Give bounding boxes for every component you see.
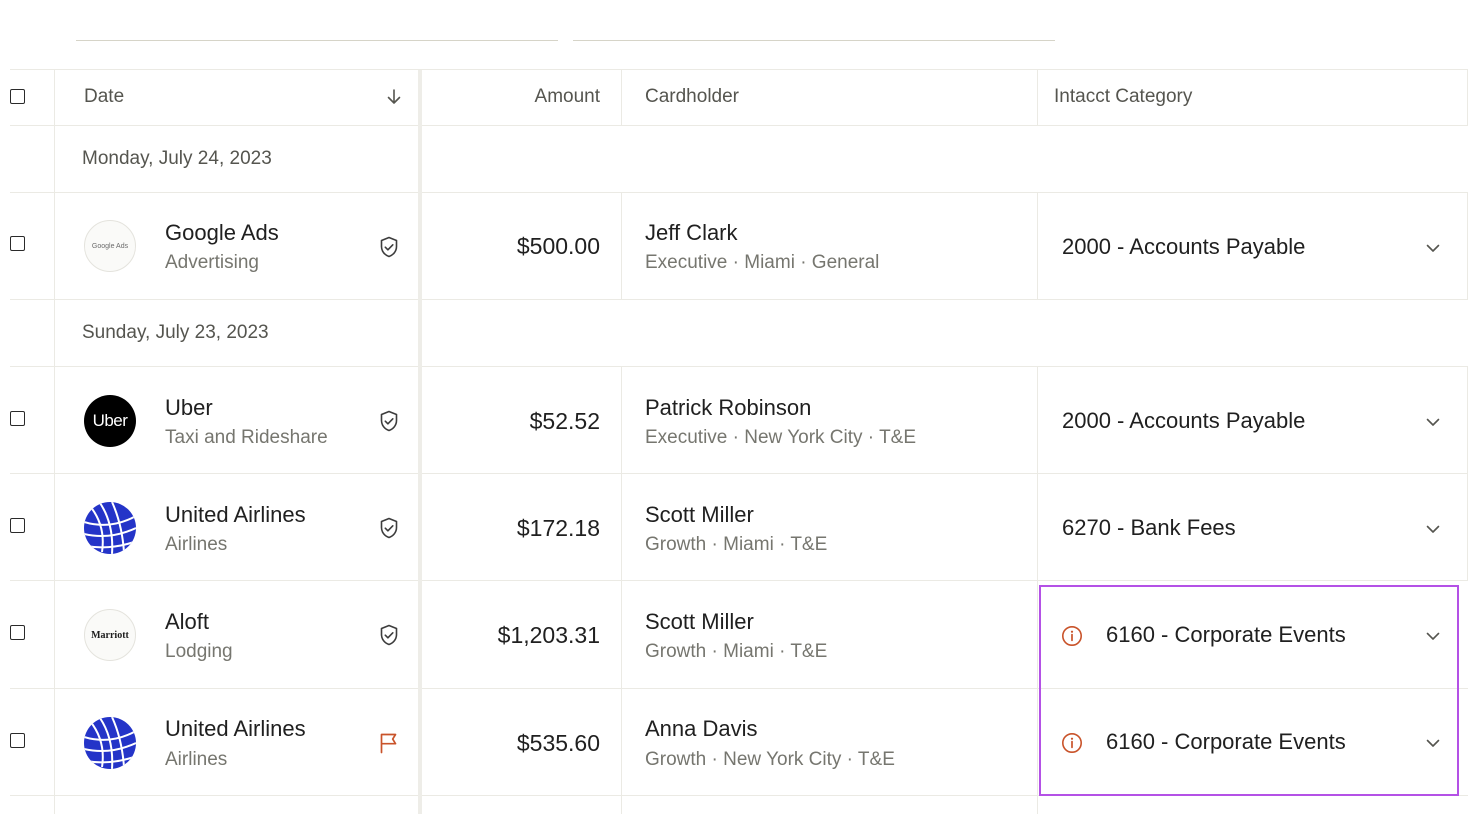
united-airlines-globe-logo (84, 717, 136, 769)
amount-value: $1,203.31 (497, 622, 600, 648)
row-divider (10, 580, 1468, 581)
merchant-logo: Uber (84, 395, 136, 447)
amount-value: $535.60 (516, 730, 600, 756)
cardholder-details: Growth · Miami · T&E (645, 534, 828, 555)
filter-field-underline (573, 40, 1055, 41)
column-divider (621, 70, 622, 126)
date-group-label: Monday, July 24, 2023 (82, 148, 272, 169)
shield-check-icon[interactable] (377, 516, 401, 540)
merchant-category: Advertising (165, 252, 259, 273)
category-select-value[interactable]: 6270 - Bank Fees (1062, 515, 1236, 541)
shield-check-icon[interactable] (377, 409, 401, 433)
merchant-category: Lodging (165, 641, 233, 662)
row-divider (10, 299, 1468, 300)
row-checkbox[interactable] (10, 518, 25, 533)
cardholder-name: Jeff Clark (645, 220, 738, 245)
merchant-logo: Google Ads (84, 220, 136, 272)
column-divider (1467, 192, 1468, 300)
filter-field-underline (76, 40, 558, 41)
google-ads-logo-text: Google Ads (91, 242, 129, 250)
shield-check-icon[interactable] (377, 235, 401, 259)
column-divider (1467, 366, 1468, 581)
sort-descending-icon[interactable] (384, 87, 404, 107)
merchant-logo: Marriott (84, 609, 136, 661)
chevron-down-icon[interactable] (1424, 239, 1442, 257)
merchant-name: Uber (165, 395, 213, 420)
row-checkbox[interactable] (10, 411, 25, 426)
cardholder-details: Executive · Miami · General (645, 252, 880, 273)
flag-icon[interactable] (377, 731, 401, 755)
merchant-category: Airlines (165, 534, 228, 555)
merchant-category: Taxi and Rideshare (165, 427, 328, 448)
column-divider (1037, 192, 1038, 300)
cardholder-details: Growth · New York City · T&E (645, 749, 895, 770)
cardholder-column-header[interactable]: Cardholder (645, 86, 739, 108)
column-divider (1467, 70, 1468, 126)
frozen-column-divider (418, 70, 422, 814)
row-divider (10, 125, 1468, 126)
amount-value: $172.18 (516, 515, 600, 541)
category-select-value[interactable]: 2000 - Accounts Payable (1062, 408, 1305, 434)
row-divider (10, 473, 1468, 474)
row-divider (10, 69, 1468, 70)
merchant-category: Airlines (165, 749, 228, 770)
merchant-name: United Airlines (165, 716, 306, 741)
category-column-header[interactable]: Intacct Category (1054, 86, 1192, 108)
date-column-header[interactable]: Date (84, 86, 124, 108)
date-group-label: Sunday, July 23, 2023 (82, 322, 269, 343)
uber-logo-text: Uber (92, 411, 128, 430)
row-checkbox[interactable] (10, 236, 25, 251)
category-highlight-box (1039, 585, 1459, 796)
amount-column-header[interactable]: Amount (535, 86, 600, 108)
column-divider (1037, 70, 1038, 126)
cardholder-name: Scott Miller (645, 502, 754, 527)
cardholder-name: Scott Miller (645, 609, 754, 634)
column-divider (621, 366, 622, 814)
row-checkbox[interactable] (10, 733, 25, 748)
chevron-down-icon[interactable] (1424, 413, 1442, 431)
amount-value: $52.52 (529, 408, 600, 434)
chevron-down-icon[interactable] (1424, 520, 1442, 538)
row-divider (10, 192, 1468, 193)
row-checkbox[interactable] (10, 625, 25, 640)
category-select-value[interactable]: 2000 - Accounts Payable (1062, 234, 1305, 260)
united-airlines-globe-logo (84, 502, 136, 554)
column-divider (54, 70, 55, 814)
column-divider (1037, 366, 1038, 814)
amount-value: $500.00 (516, 233, 600, 259)
shield-check-icon[interactable] (377, 623, 401, 647)
merchant-name: United Airlines (165, 502, 306, 527)
marriott-logo-text: Marriott (91, 629, 129, 641)
cardholder-name: Patrick Robinson (645, 395, 812, 420)
merchant-name: Google Ads (165, 220, 279, 245)
cardholder-details: Growth · Miami · T&E (645, 641, 828, 662)
cardholder-details: Executive · New York City · T&E (645, 427, 917, 448)
cardholder-name: Anna Davis (645, 716, 758, 741)
select-all-checkbox[interactable] (10, 89, 25, 104)
merchant-name: Aloft (165, 609, 210, 634)
column-divider (621, 192, 622, 300)
row-divider (10, 366, 1468, 367)
